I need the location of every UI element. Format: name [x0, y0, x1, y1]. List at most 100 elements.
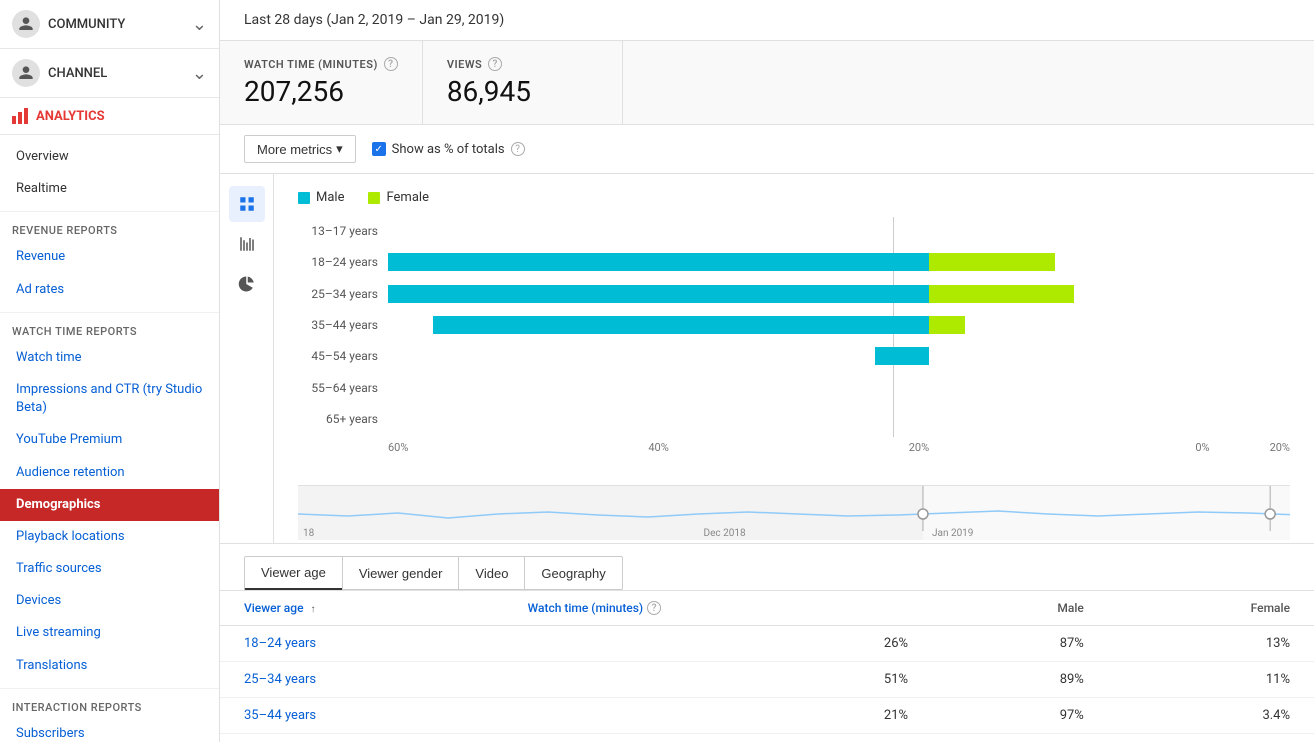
- watch-pct-cell: 51%: [504, 662, 932, 698]
- age-cell: 35–44 years: [220, 698, 504, 734]
- sidebar-item-demographics[interactable]: Demographics: [0, 489, 219, 521]
- chart-container: Male Female 13–17 years18–24 years25–34 …: [220, 174, 1314, 544]
- tab-geography[interactable]: Geography: [524, 556, 622, 590]
- bar-view-icon[interactable]: [229, 226, 265, 262]
- age-link[interactable]: 25–34 years: [244, 672, 316, 687]
- pie-view-icon[interactable]: [229, 266, 265, 302]
- sidebar-item-audience-retention[interactable]: Audience retention: [0, 457, 219, 489]
- bar-row: 18–24 years: [298, 248, 1290, 275]
- channel-label: CHANNEL: [48, 66, 107, 81]
- female-cell: 5.3%: [1108, 734, 1314, 742]
- community-chevron-icon: ⌄: [192, 14, 207, 35]
- age-cell: 25–34 years: [220, 662, 504, 698]
- table-row: 45–54 years 1.7% 95% 5.3%: [220, 734, 1314, 742]
- tab-video[interactable]: Video: [458, 556, 525, 590]
- age-cell: 45–54 years: [220, 734, 504, 742]
- metrics-bar: WATCH TIME (MINUTES) ? 207,256 VIEWS ? 8…: [220, 41, 1314, 125]
- views-value: 86,945: [447, 75, 598, 108]
- views-help-icon[interactable]: ?: [488, 57, 502, 71]
- bar-chart-rows: 13–17 years18–24 years25–34 years35–44 y…: [298, 217, 1290, 437]
- bar-row: 35–44 years: [298, 311, 1290, 338]
- female-cell: 11%: [1108, 662, 1314, 698]
- sidebar-item-youtube-premium[interactable]: YouTube Premium: [0, 424, 219, 456]
- sidebar-group-revenue: Revenue reports Revenue Ad rates: [0, 212, 219, 312]
- sort-icon: ↑: [310, 604, 315, 615]
- pct-help-icon[interactable]: ?: [511, 142, 525, 156]
- svg-text:18: 18: [303, 528, 315, 539]
- legend-female-label: Female: [386, 190, 428, 205]
- analytics-label: ANALYTICS: [36, 109, 105, 124]
- chart-legend: Male Female: [298, 190, 1290, 205]
- channel-chevron-icon: ⌄: [192, 63, 207, 84]
- demographics-table: Viewer age ↑ Watch time (minutes) ? Male…: [220, 591, 1314, 742]
- legend-female-dot: [368, 192, 380, 204]
- tab-viewer-age[interactable]: Viewer age: [244, 556, 343, 590]
- age-cell: 18–24 years: [220, 626, 504, 662]
- svg-text:Jan 2019: Jan 2019: [932, 528, 973, 539]
- watch-pct-cell: 26%: [504, 626, 932, 662]
- sidebar-item-devices[interactable]: Devices: [0, 585, 219, 617]
- sidebar-group-interaction-label: Interaction reports: [0, 695, 219, 718]
- chart-view-icons: [220, 174, 274, 543]
- bar-chart: 13–17 years18–24 years25–34 years35–44 y…: [298, 217, 1290, 477]
- legend-female: Female: [368, 190, 428, 205]
- sidebar-item-subscribers[interactable]: Subscribers: [0, 718, 219, 742]
- sidebar-item-ad-rates[interactable]: Ad rates: [0, 274, 219, 306]
- main-content: Last 28 days (Jan 2, 2019 – Jan 29, 2019…: [220, 0, 1314, 742]
- sidebar-item-overview[interactable]: Overview: [0, 141, 219, 173]
- sidebar-item-realtime[interactable]: Realtime: [0, 173, 219, 205]
- chart-axis: 60% 40% 20% 0% 20%: [388, 441, 1290, 454]
- watch-time-label: WATCH TIME (MINUTES) ?: [244, 57, 398, 71]
- male-cell: 87%: [932, 626, 1108, 662]
- show-as-pct-label[interactable]: ✓ Show as % of totals ?: [372, 142, 525, 157]
- community-section[interactable]: COMMUNITY ⌄: [0, 0, 219, 49]
- views-metric: VIEWS ? 86,945: [423, 41, 623, 124]
- show-as-pct-checkbox[interactable]: ✓: [372, 142, 386, 156]
- data-table-container: Viewer age ↑ Watch time (minutes) ? Male…: [220, 591, 1314, 742]
- views-label: VIEWS ?: [447, 57, 598, 71]
- watch-time-col-help-icon[interactable]: ?: [647, 601, 661, 615]
- sidebar-group-interaction: Interaction reports Subscribers Likes an…: [0, 689, 219, 742]
- chart-main: Male Female 13–17 years18–24 years25–34 …: [274, 174, 1314, 543]
- analytics-header: ANALYTICS: [0, 98, 219, 135]
- table-view-icon[interactable]: [229, 186, 265, 222]
- axis-left: 60% 40% 20%: [388, 441, 929, 454]
- community-icon: [12, 10, 40, 38]
- watch-time-help-icon[interactable]: ?: [384, 57, 398, 71]
- female-cell: 3.4%: [1108, 698, 1314, 734]
- date-range-bar: Last 28 days (Jan 2, 2019 – Jan 29, 2019…: [220, 0, 1314, 41]
- table-row: 18–24 years 26% 87% 13%: [220, 626, 1314, 662]
- bar-row: 25–34 years: [298, 280, 1290, 307]
- age-link[interactable]: 18–24 years: [244, 636, 316, 651]
- sidebar-item-impressions[interactable]: Impressions and CTR (try Studio Beta): [0, 374, 219, 424]
- male-cell: 89%: [932, 662, 1108, 698]
- male-cell: 95%: [932, 734, 1108, 742]
- sidebar-group-overview: Overview Realtime: [0, 135, 219, 212]
- legend-male-label: Male: [316, 190, 344, 205]
- date-range-text: Last 28 days (Jan 2, 2019 – Jan 29, 2019…: [244, 12, 504, 28]
- watch-time-value: 207,256: [244, 75, 398, 108]
- watch-pct-cell: 1.7%: [504, 734, 932, 742]
- bar-row: 55–64 years: [298, 374, 1290, 401]
- sidebar-item-translations[interactable]: Translations: [0, 650, 219, 682]
- sidebar-group-watch: Watch time reports Watch time Impression…: [0, 313, 219, 689]
- female-cell: 13%: [1108, 626, 1314, 662]
- age-link[interactable]: 35–44 years: [244, 708, 316, 723]
- table-row: 25–34 years 51% 89% 11%: [220, 662, 1314, 698]
- tab-viewer-gender[interactable]: Viewer gender: [342, 556, 460, 590]
- sidebar-item-watch-time[interactable]: Watch time: [0, 342, 219, 374]
- sidebar-item-live-streaming[interactable]: Live streaming: [0, 617, 219, 649]
- sidebar-item-revenue[interactable]: Revenue: [0, 241, 219, 273]
- more-metrics-button[interactable]: More metrics ▾: [244, 135, 356, 163]
- col-watch-time-header: Watch time (minutes) ?: [504, 591, 932, 626]
- channel-section[interactable]: CHANNEL ⌄: [0, 49, 219, 98]
- analytics-bars-icon: [12, 108, 28, 124]
- sidebar-group-watch-label: Watch time reports: [0, 319, 219, 342]
- sidebar-group-revenue-label: Revenue reports: [0, 218, 219, 241]
- dropdown-arrow-icon: ▾: [336, 141, 343, 157]
- bar-row: 65+ years: [298, 406, 1290, 433]
- svg-text:Dec 2018: Dec 2018: [704, 528, 746, 539]
- sidebar-item-playback-locations[interactable]: Playback locations: [0, 521, 219, 553]
- axis-right: 0% 20%: [929, 441, 1290, 454]
- sidebar-item-traffic-sources[interactable]: Traffic sources: [0, 553, 219, 585]
